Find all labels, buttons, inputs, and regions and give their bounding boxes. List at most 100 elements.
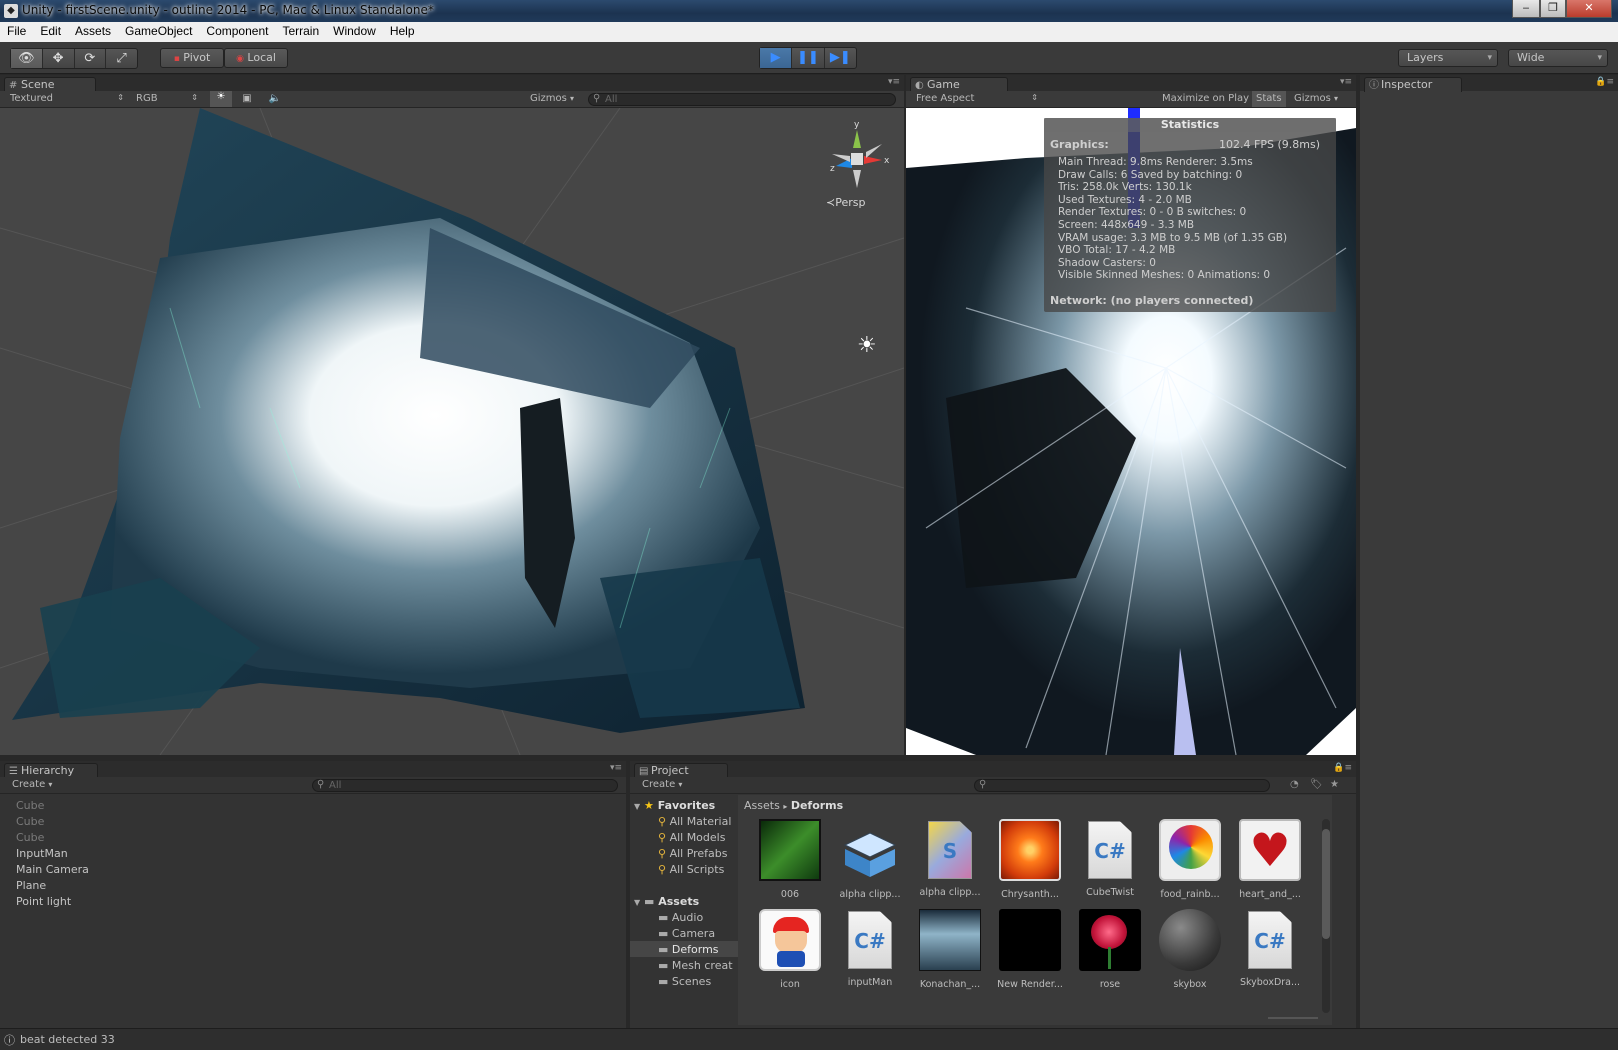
panel-menu-icon[interactable]: ▾≡ (610, 763, 622, 773)
render-mode-dropdown[interactable]: Textured ⇕ (10, 93, 126, 104)
asset-item[interactable]: Chrysanth... (990, 819, 1070, 900)
lock-icon[interactable]: 🔒≡ (1595, 77, 1614, 87)
asset-item[interactable]: icon (750, 909, 830, 990)
layout-dropdown[interactable]: Wide (1508, 49, 1608, 67)
heart-texture-icon: ♥ (1239, 819, 1301, 881)
menu-window[interactable]: Window (326, 22, 383, 42)
lock-icon[interactable]: 🔒≡ (1333, 763, 1352, 773)
favorite-item[interactable]: ⚲ All Models (658, 831, 725, 844)
menu-terrain[interactable]: Terrain (275, 22, 326, 42)
asset-item[interactable]: 006 (750, 819, 830, 900)
favorite-item[interactable]: ⚲ All Prefabs (658, 847, 728, 860)
play-icon[interactable]: ▶ (760, 48, 793, 68)
asset-item[interactable]: ♥ heart_and_... (1230, 819, 1310, 900)
list-item[interactable]: Plane (16, 879, 46, 892)
rotate-icon[interactable]: ⟳ (75, 49, 107, 68)
asset-item[interactable]: C# inputMan (830, 909, 910, 988)
project-create-dropdown[interactable]: Create ▾ (642, 779, 682, 790)
color-mode-dropdown[interactable]: RGB ⇕ (136, 93, 200, 104)
asset-item[interactable]: New Render... (990, 909, 1070, 990)
persp-toggle[interactable]: ≺Persp (826, 196, 865, 209)
folder-item[interactable]: ▬ Scenes (658, 975, 711, 988)
menu-assets[interactable]: Assets (68, 22, 118, 42)
stats-toggle[interactable]: Stats (1252, 91, 1286, 107)
tab-game[interactable]: ◐ Game (910, 77, 1008, 92)
list-item[interactable]: Point light (16, 895, 71, 908)
folder-item[interactable]: ▬ Mesh creat (658, 959, 733, 972)
status-message[interactable]: beat detected 33 (20, 1033, 115, 1046)
filter-type-icon[interactable]: ◔ (1290, 779, 1299, 790)
favorites-node[interactable]: ▼ ★ Favorites (634, 799, 715, 812)
tab-hierarchy[interactable]: ☰ Hierarchy (4, 763, 98, 778)
favorite-item[interactable]: ⚲ All Scripts (658, 863, 724, 876)
list-item[interactable]: Cube (16, 799, 44, 812)
stats-line: VBO Total: 17 - 4.2 MB (1058, 244, 1176, 257)
asset-item[interactable]: skybox (1150, 909, 1230, 990)
audio-icon[interactable]: 🔈 (266, 93, 284, 104)
scrollbar-thumb[interactable] (1322, 829, 1330, 939)
pause-icon[interactable]: ❚❚ (792, 48, 825, 68)
folder-item[interactable]: ▬ Audio (658, 911, 703, 924)
asset-item[interactable]: Konachan_... (910, 909, 990, 990)
filter-label-icon[interactable]: 🏷 (1310, 779, 1323, 790)
restore-button[interactable]: ❐ (1540, 0, 1566, 18)
breadcrumb-item[interactable]: Assets (744, 799, 780, 812)
folder-label: Audio (671, 911, 704, 924)
list-item[interactable]: Main Camera (16, 863, 89, 876)
maximize-on-play-toggle[interactable]: Maximize on Play (1162, 93, 1249, 104)
gizmos-dropdown[interactable]: Gizmos ▾ (530, 93, 584, 104)
assets-node[interactable]: ▼ ▬ Assets (634, 895, 699, 908)
hierarchy-create-dropdown[interactable]: Create ▾ (12, 779, 52, 790)
asset-item[interactable]: C# SkyboxDra... (1230, 909, 1310, 988)
lighting-icon[interactable]: ☀ (210, 91, 232, 107)
list-item[interactable]: InputMan (16, 847, 68, 860)
step-icon[interactable]: ▶❚ (825, 48, 856, 68)
asset-item[interactable]: rose (1070, 909, 1150, 990)
panel-menu-icon[interactable]: ▾≡ (888, 77, 900, 87)
menu-component[interactable]: Component (199, 22, 275, 42)
stats-line: Tris: 258.0k Verts: 130.1k (1058, 181, 1192, 194)
pivot-button[interactable]: ▪ Pivot (160, 48, 224, 68)
asset-item[interactable]: Salpha clipp... (910, 819, 990, 898)
folder-item[interactable]: ▬ Camera (658, 927, 715, 940)
tab-inspector[interactable]: ⓘ Inspector (1364, 77, 1462, 92)
light-icon[interactable]: ☀ (857, 333, 877, 358)
scene-viewport[interactable]: y x z ≺Persp ☀ (0, 108, 904, 755)
panel-menu-icon[interactable]: ▾≡ (1340, 77, 1352, 87)
tab-project[interactable]: ▤ Project (634, 763, 728, 778)
menu-file[interactable]: File (0, 22, 33, 42)
game-viewport[interactable]: Statistics Graphics: 102.4 FPS (9.8ms) M… (906, 108, 1356, 755)
list-item[interactable]: Cube (16, 831, 44, 844)
menu-help[interactable]: Help (383, 22, 422, 42)
local-button[interactable]: ◉ Local (224, 48, 288, 68)
render-texture-icon (999, 909, 1061, 971)
asset-item[interactable]: C# CubeTwist (1070, 819, 1150, 898)
close-button[interactable]: ✕ (1566, 0, 1612, 18)
hierarchy-search-input[interactable]: All (312, 779, 618, 792)
image-icon[interactable]: ▣ (238, 93, 256, 104)
asset-item[interactable]: alpha clipp... (830, 819, 910, 900)
breadcrumb-item[interactable]: Deforms (791, 799, 843, 812)
tab-scene[interactable]: # Scene (4, 77, 96, 92)
stats-line: Visible Skinned Meshes: 0 Animations: 0 (1058, 269, 1271, 282)
project-search-input[interactable] (974, 779, 1270, 792)
move-icon[interactable]: ✥ (43, 49, 75, 68)
list-item[interactable]: Cube (16, 815, 44, 828)
layers-dropdown[interactable]: Layers (1398, 49, 1498, 67)
menu-gameobject[interactable]: GameObject (118, 22, 199, 42)
unity-icon: ◆ (4, 4, 18, 18)
folder-item-selected[interactable]: ▬ Deforms (630, 941, 740, 957)
scene-search-input[interactable]: All (588, 93, 896, 106)
menu-edit[interactable]: Edit (33, 22, 68, 42)
asset-scrollbar[interactable] (1322, 819, 1330, 1013)
asset-item[interactable]: food_rainb... (1150, 819, 1230, 900)
favorite-item[interactable]: ⚲ All Material (658, 815, 731, 828)
scene-gizmo[interactable]: y x z (822, 120, 892, 192)
hand-icon[interactable]: 👁 (11, 49, 43, 68)
minimize-button[interactable]: ‒ (1512, 0, 1540, 18)
scale-icon[interactable]: ⤢ (106, 49, 137, 68)
star-icon[interactable]: ★ (1330, 779, 1339, 790)
zoom-slider[interactable] (1268, 1017, 1318, 1019)
game-gizmos-dropdown[interactable]: Gizmos ▾ (1294, 93, 1338, 104)
aspect-dropdown[interactable]: Free Aspect ⇕ (916, 93, 1040, 104)
